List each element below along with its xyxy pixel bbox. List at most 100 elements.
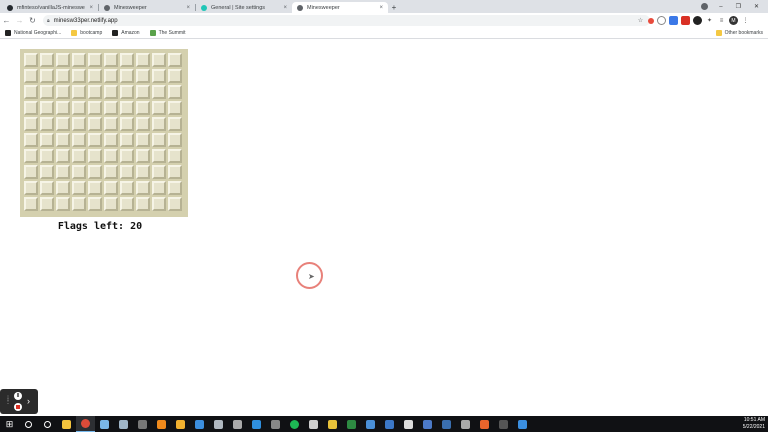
board-cell[interactable] [24,53,38,67]
board-cell[interactable] [40,85,54,99]
board-cell[interactable] [168,133,182,147]
extension-icon[interactable] [657,16,666,25]
board-cell[interactable] [24,117,38,131]
board-cell[interactable] [56,197,70,211]
browser-tab[interactable]: Minesweeper × [99,2,195,13]
close-tab-icon[interactable]: × [283,5,287,11]
board-cell[interactable] [168,101,182,115]
app-icon[interactable] [342,416,361,432]
board-cell[interactable] [24,149,38,163]
board-cell[interactable] [104,85,118,99]
board-cell[interactable] [56,117,70,131]
board-cell[interactable] [152,197,166,211]
board-cell[interactable] [104,181,118,195]
address-bar[interactable]: 🔒︎ minesw33per.netlify.app [43,15,650,26]
board-cell[interactable] [56,101,70,115]
profile-menu-icon[interactable] [701,3,708,10]
app-icon[interactable] [513,416,532,432]
board-cell[interactable] [88,69,102,83]
extensions-puzzle-icon[interactable]: ✦ [705,16,714,25]
board-cell[interactable] [72,181,86,195]
board-cell[interactable] [24,197,38,211]
chrome-icon[interactable] [76,416,95,432]
board-cell[interactable] [152,85,166,99]
board-cell[interactable] [40,181,54,195]
reading-list-icon[interactable]: ≡ [717,16,726,25]
task-view-icon[interactable] [38,416,57,432]
board-cell[interactable] [24,133,38,147]
bookmark-item[interactable]: National Geographi... [5,30,61,36]
board-cell[interactable] [152,69,166,83]
board-cell[interactable] [56,69,70,83]
board-cell[interactable] [40,133,54,147]
board-cell[interactable] [88,197,102,211]
board-cell[interactable] [72,133,86,147]
app-icon[interactable] [266,416,285,432]
board-cell[interactable] [40,69,54,83]
app-icon[interactable] [437,416,456,432]
board-cell[interactable] [24,181,38,195]
board-cell[interactable] [152,181,166,195]
board-cell[interactable] [104,53,118,67]
board-cell[interactable] [168,85,182,99]
app-icon[interactable] [323,416,342,432]
board-cell[interactable] [40,165,54,179]
bookmark-item[interactable]: The Summit [149,30,186,36]
app-icon[interactable] [418,416,437,432]
maximize-button[interactable]: ❐ [736,3,741,10]
board-cell[interactable] [24,101,38,115]
app-icon[interactable] [399,416,418,432]
close-tab-icon[interactable]: × [186,5,190,11]
board-cell[interactable] [24,85,38,99]
close-tab-icon[interactable]: × [89,5,93,11]
board-cell[interactable] [120,197,134,211]
app-icon[interactable] [380,416,399,432]
board-cell[interactable] [72,117,86,131]
board-cell[interactable] [40,53,54,67]
chevron-right-icon[interactable]: › [27,396,30,406]
extension-icon[interactable] [681,16,690,25]
board-cell[interactable] [104,117,118,131]
url-text[interactable]: minesw33per.netlify.app [54,18,118,24]
board-cell[interactable] [56,53,70,67]
board-cell[interactable] [136,181,150,195]
board-cell[interactable] [168,149,182,163]
board-cell[interactable] [120,69,134,83]
board-cell[interactable] [168,117,182,131]
board-cell[interactable] [136,197,150,211]
board-cell[interactable] [120,149,134,163]
board-cell[interactable] [104,133,118,147]
board-cell[interactable] [120,117,134,131]
board-cell[interactable] [56,165,70,179]
app-icon[interactable] [209,416,228,432]
board-cell[interactable] [104,69,118,83]
board-cell[interactable] [120,133,134,147]
board-cell[interactable] [120,85,134,99]
board-cell[interactable] [88,117,102,131]
browser-tab[interactable]: General | Site settings × [196,2,292,13]
board-cell[interactable] [136,85,150,99]
board-cell[interactable] [152,117,166,131]
extension-icon[interactable] [693,16,702,25]
board-cell[interactable] [136,149,150,163]
browser-tab[interactable]: Minesweeper × [292,2,388,13]
board-cell[interactable] [168,53,182,67]
drag-handle-icon[interactable]: ⋮ ⋮ [5,396,11,405]
board-cell[interactable] [72,197,86,211]
board-cell[interactable] [24,165,38,179]
board-cell[interactable] [88,101,102,115]
notepad-icon[interactable] [95,416,114,432]
board-cell[interactable] [88,181,102,195]
app-icon[interactable] [361,416,380,432]
star-icon[interactable]: ☆ [636,16,645,25]
board-cell[interactable] [168,165,182,179]
board-cell[interactable] [72,149,86,163]
board-cell[interactable] [152,149,166,163]
gear-icon[interactable] [114,416,133,432]
board-cell[interactable] [152,53,166,67]
bookmark-item[interactable]: bootcamp [71,30,102,36]
board-cell[interactable] [136,117,150,131]
app-icon[interactable] [456,416,475,432]
board-cell[interactable] [104,165,118,179]
board-cell[interactable] [120,101,134,115]
